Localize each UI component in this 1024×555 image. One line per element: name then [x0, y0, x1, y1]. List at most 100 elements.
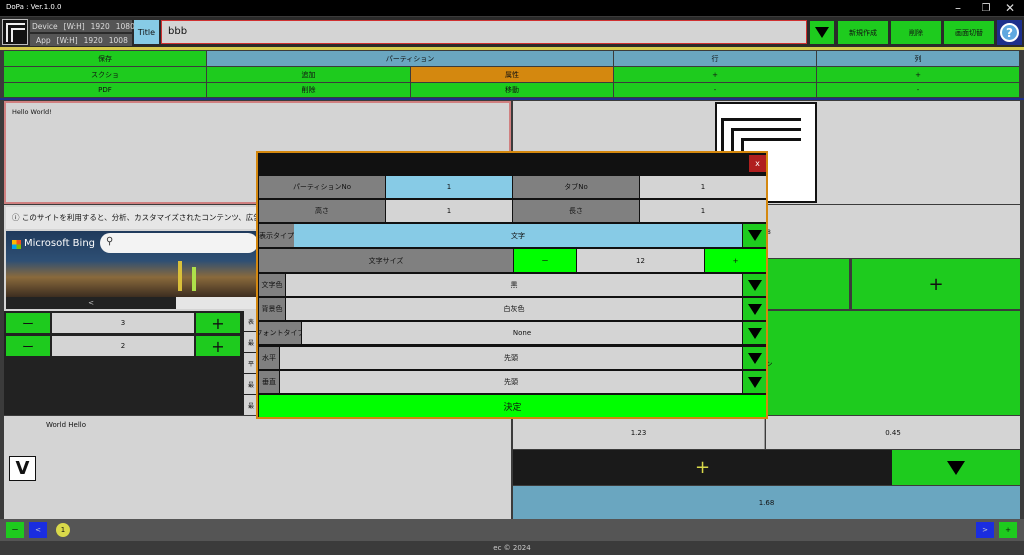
footer-minus-button[interactable]: ー [6, 522, 24, 538]
minimize-icon[interactable]: – [946, 0, 970, 16]
bing-brand: Microsoft Bing [24, 238, 96, 249]
chevron-down-icon [747, 327, 762, 339]
switch-screen-button[interactable]: 画面切替 [944, 21, 994, 44]
browser-scroll-area [176, 297, 258, 309]
font-type-label: フォントタイプ [259, 322, 301, 344]
move-button[interactable]: 移動 [411, 83, 614, 98]
app-info: App [W:H] 1920 1008 [30, 34, 132, 46]
partition-no-field[interactable]: 1 [386, 176, 512, 198]
checkmark-icon: V [9, 456, 36, 481]
new-button[interactable]: 新規作成 [838, 21, 888, 44]
horizontal-dropdown[interactable] [743, 347, 766, 369]
col-remove-button[interactable]: - [817, 83, 1020, 98]
length-field[interactable]: 1 [640, 200, 766, 222]
chevron-down-icon [815, 27, 829, 38]
height-field[interactable]: 1 [386, 200, 512, 222]
vertical-label: 垂直 [259, 371, 279, 393]
text-color-label: 文字色 [259, 274, 285, 296]
display-type-label: 表示タイプ [259, 224, 294, 247]
window-titlebar: DoPa : Ver.1.0.0 – ❐ ✕ [0, 0, 1024, 16]
add-right-button[interactable]: + [852, 259, 1020, 309]
partition-no-label: パーティションNo [259, 176, 385, 198]
horizontal-label: 水平 [259, 347, 279, 369]
font-size-minus-button[interactable]: ー [514, 249, 576, 272]
chevron-down-icon [747, 303, 762, 315]
value-c: 1.68 [513, 486, 1020, 519]
device-info: Device [W:H] 1920 1080 [30, 20, 135, 32]
chevron-down-icon [947, 460, 965, 475]
attribute-dialog: x パーティションNo 1 タブNo 1 高さ 1 長さ 1 表示タイプ 文字 … [256, 151, 768, 419]
delete-button[interactable]: 削除 [891, 21, 941, 44]
title-label: Title [134, 20, 159, 44]
footer-prev-button[interactable]: < [29, 522, 47, 538]
height-label: 高さ [259, 200, 385, 222]
app-logo-icon [2, 19, 28, 45]
title-dropdown-button[interactable] [810, 21, 834, 44]
browser-search-input[interactable]: ⚲ [100, 233, 258, 253]
col-add-button[interactable]: + [817, 67, 1020, 83]
counter1-minus-button[interactable]: ー [6, 313, 50, 333]
remove-partition-button[interactable]: 削除 [207, 83, 411, 98]
counter2-plus-button[interactable]: + [196, 336, 240, 356]
info-icon: ⓘ [12, 213, 22, 222]
counter2-value: 2 [52, 336, 194, 356]
font-type-dropdown[interactable] [743, 322, 766, 344]
dialog-close-button[interactable]: x [749, 155, 766, 172]
bg-color-dropdown[interactable] [743, 298, 766, 320]
attribute-button[interactable]: 属性 [411, 67, 614, 83]
chevron-down-icon [747, 230, 762, 241]
counter1-plus-button[interactable]: + [196, 313, 240, 333]
page-indicator[interactable]: 1 [56, 523, 70, 537]
font-size-value: 12 [577, 249, 704, 272]
help-button[interactable]: ? [997, 20, 1022, 45]
footer-bar: ー < 1 > + [0, 519, 1024, 541]
partition-header: パーティション [207, 51, 614, 67]
pdf-button[interactable]: PDF [4, 83, 207, 98]
hello-text: Hello World! [12, 108, 52, 116]
tab-no-label: タブNo [513, 176, 639, 198]
row-add-button[interactable]: + [614, 67, 817, 83]
font-type-select[interactable]: None [302, 322, 742, 344]
font-size-plus-button[interactable]: + [705, 249, 766, 272]
row-header: 行 [614, 51, 817, 67]
confirm-button[interactable]: 決定 [259, 395, 766, 417]
vertical-dropdown[interactable] [743, 371, 766, 393]
display-type-dropdown[interactable] [743, 224, 766, 247]
bg-color-select[interactable]: 白灰色 [286, 298, 742, 320]
row-remove-button[interactable]: - [614, 83, 817, 98]
header: Device [W:H] 1920 1080 App [W:H] 1920 1008 Tit… [0, 17, 1024, 47]
value-b: 0.45 [766, 416, 1020, 449]
title-input[interactable]: bbb [161, 20, 807, 44]
panel-world[interactable]: World Hello V [4, 416, 511, 519]
copyright: ec © 2024 [0, 541, 1024, 555]
bing-logo-icon [12, 240, 21, 249]
footer-next-button[interactable]: > [976, 522, 994, 538]
save-button[interactable]: 保存 [4, 51, 207, 67]
help-icon: ? [1000, 23, 1019, 42]
browser-prev-button[interactable]: < [6, 297, 176, 309]
display-type-select[interactable]: 文字 [294, 224, 742, 247]
maximize-icon[interactable]: ❐ [974, 0, 998, 16]
vertical-select[interactable]: 先頭 [280, 371, 742, 393]
font-size-label: 文字サイズ [259, 249, 513, 272]
tab-no-field[interactable]: 1 [640, 176, 766, 198]
window-title: DoPa : Ver.1.0.0 [6, 3, 62, 11]
browser-banner: Microsoft Bing ⚲ [6, 231, 258, 297]
yellow-plus-button[interactable]: + [513, 450, 892, 485]
counter1-value: 3 [52, 313, 194, 333]
col-header: 列 [817, 51, 1020, 67]
length-label: 長さ [513, 200, 639, 222]
text-color-select[interactable]: 黒 [286, 274, 742, 296]
text-color-dropdown[interactable] [743, 274, 766, 296]
counter2-minus-button[interactable]: ー [6, 336, 50, 356]
chevron-down-icon [747, 376, 762, 388]
chevron-down-icon [747, 279, 762, 291]
add-partition-button[interactable]: 追加 [207, 67, 411, 83]
bottom-dropdown-button[interactable] [892, 450, 1020, 485]
screenshot-button[interactable]: スクショ [4, 67, 207, 83]
world-text: World Hello [46, 421, 87, 429]
horizontal-select[interactable]: 先頭 [280, 347, 742, 369]
close-window-icon[interactable]: ✕ [998, 0, 1022, 16]
bg-color-label: 背景色 [259, 298, 285, 320]
footer-plus-button[interactable]: + [999, 522, 1017, 538]
